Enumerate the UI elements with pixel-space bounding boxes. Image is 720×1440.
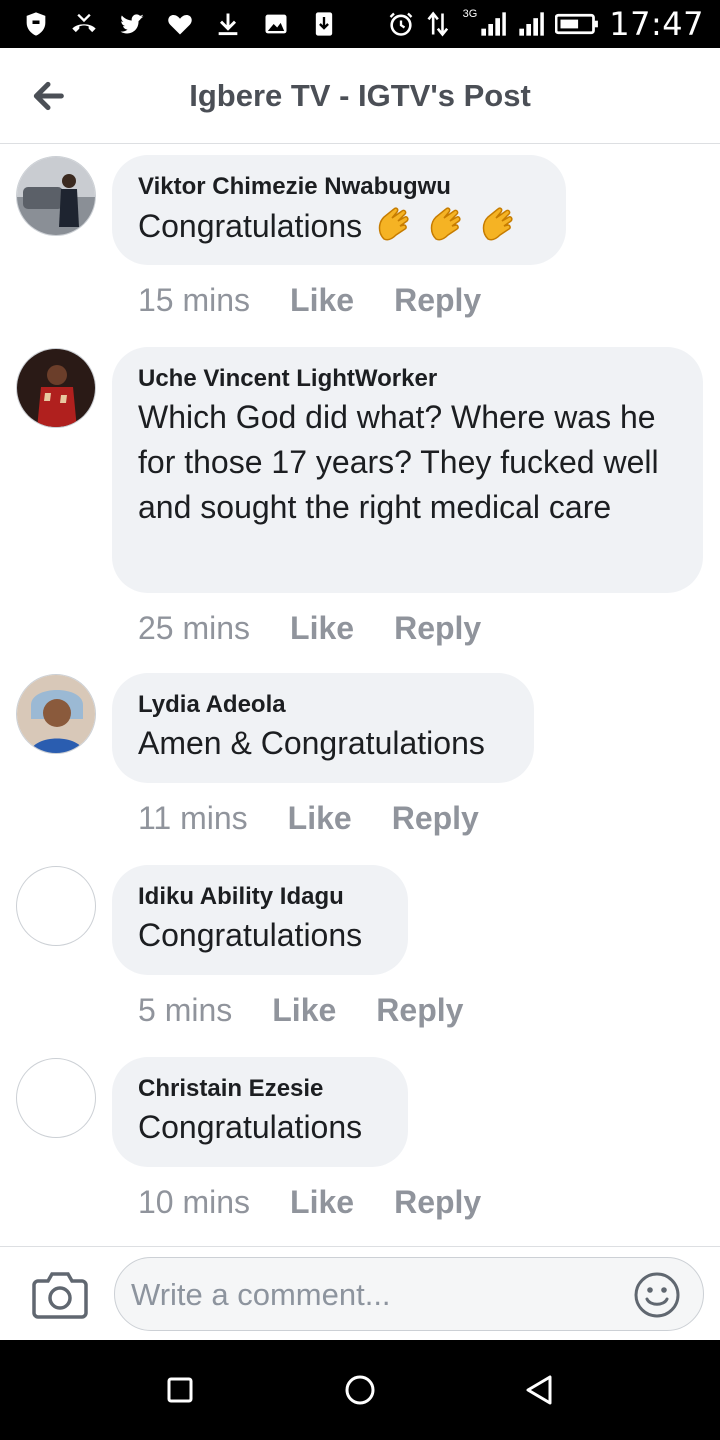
heart-icon [166, 10, 194, 38]
clapping-hands-icon [374, 203, 414, 243]
clapping-hands-icon [478, 203, 518, 243]
avatar[interactable] [16, 1058, 96, 1138]
avatar[interactable] [16, 348, 96, 428]
comment-time: 25 mins [138, 610, 251, 646]
back-nav-button[interactable] [518, 1368, 562, 1412]
reply-button[interactable]: Reply [394, 1184, 481, 1221]
signal-icon [479, 10, 507, 38]
camera-icon [32, 1272, 88, 1319]
comment-author[interactable]: Christain Ezesie [138, 1073, 382, 1105]
like-button[interactable]: Like [272, 992, 336, 1029]
arrow-left-icon [33, 81, 64, 110]
comment-meta: 5 mins Like Reply [138, 992, 463, 1029]
comment-box [114, 1257, 704, 1331]
missed-call-icon [70, 10, 98, 38]
reply-button[interactable]: Reply [394, 282, 481, 319]
comment-text: Congratulations [138, 1109, 363, 1145]
status-bar: 3G 17:47 [0, 0, 720, 48]
page-title: Igbere TV - IGTV's Post [189, 77, 531, 113]
comment-time: 15 mins [138, 282, 251, 318]
comment-bubble[interactable]: Uche Vincent LightWorker Which God did w… [112, 347, 703, 593]
comment-input[interactable] [131, 1270, 621, 1320]
reply-button[interactable]: Reply [394, 610, 481, 647]
avatar[interactable] [16, 674, 96, 754]
comment-time: 5 mins [138, 992, 233, 1028]
comment-text: Congratulations [138, 208, 363, 244]
reply-button[interactable]: Reply [392, 800, 479, 837]
comment-bubble[interactable]: Viktor Chimezie Nwabugwu Congratulations [112, 155, 566, 265]
download-box-icon [310, 10, 338, 38]
image-icon [262, 10, 290, 38]
back-button[interactable] [0, 48, 96, 144]
recents-button[interactable] [158, 1368, 202, 1412]
network-type: 3G [462, 8, 478, 20]
comment-text: Congratulations [138, 917, 363, 953]
comment-composer [0, 1246, 720, 1340]
signal-icon [517, 10, 545, 38]
comment-author[interactable]: Idiku Ability Idagu [138, 881, 382, 913]
home-button[interactable] [338, 1368, 382, 1412]
like-button[interactable]: Like [290, 282, 354, 319]
camera-button[interactable] [32, 1269, 88, 1319]
comment-meta: 10 mins Like Reply [138, 1184, 481, 1221]
like-button[interactable]: Like [290, 1184, 354, 1221]
comment-bubble[interactable]: Idiku Ability Idagu Congratulations [112, 865, 408, 975]
comment-meta: 25 mins Like Reply [138, 610, 481, 647]
recents-square-icon [167, 1377, 193, 1403]
smiley-icon [634, 1272, 680, 1318]
comment-bubble[interactable]: Lydia Adeola Amen & Congratulations [112, 673, 534, 783]
home-circle-icon [345, 1375, 375, 1405]
comment-author[interactable]: Uche Vincent LightWorker [138, 363, 677, 395]
comment-author[interactable]: Lydia Adeola [138, 689, 508, 721]
comment-author[interactable]: Viktor Chimezie Nwabugwu [138, 171, 540, 203]
comment-meta: 11 mins Like Reply [138, 800, 479, 837]
battery-icon [555, 10, 599, 38]
reply-button[interactable]: Reply [376, 992, 463, 1029]
comment-time: 10 mins [138, 1184, 251, 1220]
like-button[interactable]: Like [290, 610, 354, 647]
like-button[interactable]: Like [288, 800, 352, 837]
comment-text: Which God did what? Where was he for tho… [138, 399, 659, 525]
comment-text: Amen & Congratulations [138, 725, 485, 761]
comment-meta: 15 mins Like Reply [138, 282, 481, 319]
twitter-icon [118, 10, 146, 38]
shield-icon [22, 10, 50, 38]
status-time: 17:47 [609, 5, 704, 43]
emoji-button[interactable] [633, 1271, 681, 1319]
comment-bubble[interactable]: Christain Ezesie Congratulations [112, 1057, 408, 1167]
comment-time: 11 mins [138, 800, 248, 836]
data-arrows-icon [425, 10, 453, 38]
clapping-hands-icon [426, 203, 466, 243]
alarm-icon [387, 10, 415, 38]
navigation-bar [0, 1340, 720, 1440]
app-header: Igbere TV - IGTV's Post [0, 48, 720, 144]
download-icon [214, 10, 242, 38]
avatar[interactable] [16, 866, 96, 946]
back-triangle-icon [526, 1375, 552, 1405]
avatar[interactable] [16, 156, 96, 236]
